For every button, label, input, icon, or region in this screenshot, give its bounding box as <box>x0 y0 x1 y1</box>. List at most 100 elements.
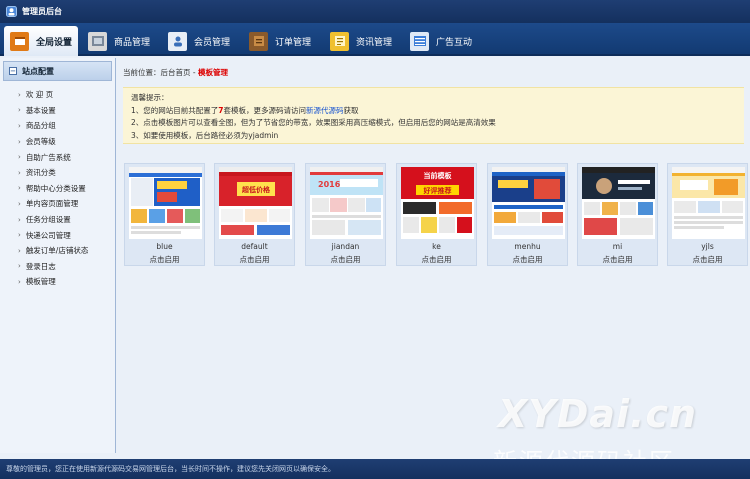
enable-template-button[interactable]: 点击启用 <box>488 254 567 265</box>
sidebar-title: 站点配置 <box>22 66 54 76</box>
sidebar-item-label: 任务分组设置 <box>25 215 71 225</box>
sidebar-item-label: 欢 迎 页 <box>25 90 54 100</box>
tab-label: 全局设置 <box>36 37 73 48</box>
enable-template-button[interactable]: 点击启用 <box>397 254 476 265</box>
order-icon <box>249 31 268 51</box>
sidebar-item-label: 自助广告系统 <box>25 152 71 162</box>
template-thumbnail[interactable] <box>672 167 745 239</box>
tip-heading: 温馨提示： <box>131 93 169 102</box>
chevron-right-icon: › <box>18 262 21 271</box>
template-card: 当前模板 好评推荐 ke 点击启用 <box>396 163 477 266</box>
top-bar: 管理员后台 <box>0 0 750 23</box>
thumbnail-banner-text: 当前模板 <box>424 171 453 180</box>
template-card: 2016 jiandan 点击启用 <box>305 163 386 266</box>
tab-label: 会员管理 <box>194 37 231 48</box>
thumbnail-banner-text: 好评推荐 <box>423 186 452 195</box>
settings-tab-icon <box>10 31 29 51</box>
breadcrumb-current: 模板管理 <box>197 68 228 77</box>
chevron-right-icon: › <box>18 277 21 286</box>
main-nav: 全局设置 商品管理 会员管理 订单管理 资讯管理 广告互动 <box>0 23 750 56</box>
template-card: yjls 点击启用 <box>667 163 748 266</box>
footer-status-bar: 尊敬的管理员，您正在使用新源代源码交易网管理后台，当长时间不操作，建议您先关闭网… <box>0 459 750 479</box>
tab-label: 广告互动 <box>436 37 473 48</box>
member-icon <box>168 31 187 51</box>
chevron-right-icon: › <box>18 184 21 193</box>
tab-global-settings[interactable]: 全局设置 <box>4 26 78 56</box>
template-thumbnail[interactable]: 超低价格 <box>219 167 292 239</box>
sidebar-item-self-ads[interactable]: › 自助广告系统 <box>0 149 115 165</box>
watermark-brand: XYDai.cn <box>498 392 698 436</box>
sidebar-item-label: 单内容页面管理 <box>25 199 79 209</box>
sidebar-item-news-categories[interactable]: › 资讯分类 <box>0 165 115 181</box>
tab-label: 商品管理 <box>114 37 151 48</box>
sidebar-item-help-categories[interactable]: › 帮助中心分类设置 <box>0 181 115 197</box>
template-card: mi 点击启用 <box>577 163 658 266</box>
sidebar-item-label: 基本设置 <box>25 105 56 115</box>
chevron-right-icon: › <box>18 90 21 99</box>
sidebar-item-label: 快递公司管理 <box>25 230 71 240</box>
sidebar-item-label: 模板管理 <box>25 277 56 287</box>
chevron-right-icon: › <box>18 121 21 130</box>
sidebar-menu: › 欢 迎 页 › 基本设置 › 商品分组 › 会员等级 › 自助广告系统 › 资讯分类 ›… <box>0 87 115 290</box>
sidebar-item-single-pages[interactable]: › 单内容页面管理 <box>0 196 115 212</box>
chevron-right-icon: › <box>18 231 21 240</box>
tab-orders[interactable]: 订单管理 <box>249 26 311 56</box>
enable-template-button[interactable]: 点击启用 <box>578 254 657 265</box>
tip-line-1: 1、您的网站目前共配置了7套模板，更多源码请访问新源代源码获取 <box>131 105 359 115</box>
template-card: menhu 点击启用 <box>487 163 568 266</box>
source-link[interactable]: 新源代源码 <box>306 106 344 115</box>
thumbnail-banner-text: 超低价格 <box>242 185 271 194</box>
breadcrumb: 当前位置：后台首页 - 模板管理 <box>123 67 228 78</box>
template-thumbnail[interactable] <box>492 167 565 239</box>
news-icon <box>330 31 349 51</box>
tab-members[interactable]: 会员管理 <box>168 26 230 56</box>
breadcrumb-prefix: 当前位置：后台首页 - <box>123 68 198 77</box>
tab-label: 资讯管理 <box>356 37 393 48</box>
sidebar-item-member-levels[interactable]: › 会员等级 <box>0 134 115 150</box>
template-thumbnail[interactable]: 当前模板 好评推荐 <box>401 167 474 239</box>
chevron-right-icon: › <box>18 199 21 208</box>
template-name: mi <box>612 242 623 251</box>
collapse-icon[interactable]: − <box>9 67 17 75</box>
chevron-right-icon: › <box>18 246 21 255</box>
sidebar-item-basic-settings[interactable]: › 基本设置 <box>0 103 115 119</box>
template-thumbnail[interactable] <box>582 167 655 239</box>
template-thumbnail[interactable]: 2016 <box>310 167 383 239</box>
tab-goods[interactable]: 商品管理 <box>88 26 150 56</box>
template-name: menhu <box>514 242 541 251</box>
sidebar: − 站点配置 › 欢 迎 页 › 基本设置 › 商品分组 › 会员等级 › 自助广告系统 … <box>0 58 116 453</box>
sidebar-item-trigger-status[interactable]: › 触发订单/店铺状态 <box>0 243 115 259</box>
enable-template-button[interactable]: 点击启用 <box>306 254 385 265</box>
sidebar-item-couriers[interactable]: › 快递公司管理 <box>0 227 115 243</box>
template-thumbnail[interactable] <box>129 167 202 239</box>
sidebar-item-templates[interactable]: › 模板管理 <box>0 274 115 290</box>
enable-template-button[interactable]: 点击启用 <box>668 254 747 265</box>
tip-box: 温馨提示： 1、您的网站目前共配置了7套模板，更多源码请访问新源代源码获取 2、… <box>123 87 744 144</box>
sidebar-item-task-groups[interactable]: › 任务分组设置 <box>0 212 115 228</box>
sidebar-item-label: 会员等级 <box>25 137 56 147</box>
template-card: blue 点击启用 <box>124 163 205 266</box>
sidebar-item-login-log[interactable]: › 登录日志 <box>0 259 115 275</box>
template-name: ke <box>432 242 441 251</box>
enable-template-button[interactable]: 点击启用 <box>215 254 294 265</box>
sidebar-item-label: 商品分组 <box>25 121 56 131</box>
chevron-right-icon: › <box>18 168 21 177</box>
sidebar-item-label: 登录日志 <box>25 261 56 271</box>
tab-news[interactable]: 资讯管理 <box>330 26 392 56</box>
sidebar-section-header[interactable]: − 站点配置 <box>3 61 112 81</box>
sidebar-item-goods-groups[interactable]: › 商品分组 <box>0 118 115 134</box>
sidebar-item-welcome[interactable]: › 欢 迎 页 <box>0 87 115 103</box>
template-name: default <box>241 242 268 251</box>
chevron-right-icon: › <box>18 106 21 115</box>
sidebar-item-label: 资讯分类 <box>25 168 56 178</box>
template-name: blue <box>156 242 173 251</box>
tab-label: 订单管理 <box>275 37 312 48</box>
enable-template-button[interactable]: 点击启用 <box>125 254 204 265</box>
footer-text: 尊敬的管理员，您正在使用新源代源码交易网管理后台，当长时间不操作，建议您先关闭网… <box>6 465 335 473</box>
goods-icon <box>88 31 107 51</box>
sidebar-item-label: 帮助中心分类设置 <box>25 183 86 193</box>
template-name: yjls <box>701 242 714 251</box>
chevron-right-icon: › <box>18 215 21 224</box>
tab-ads[interactable]: 广告互动 <box>410 26 472 56</box>
template-card: 超低价格 default 点击启用 <box>214 163 295 266</box>
